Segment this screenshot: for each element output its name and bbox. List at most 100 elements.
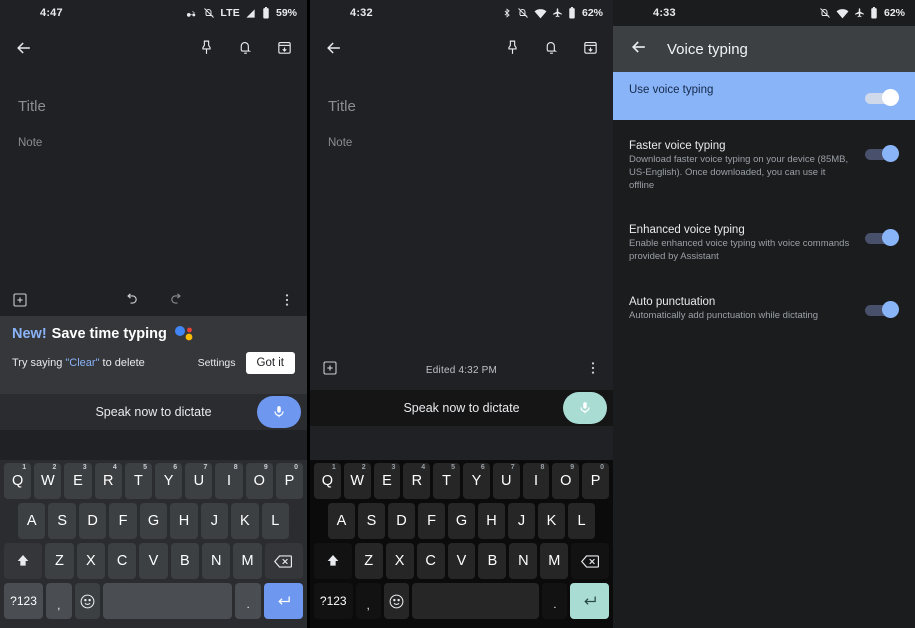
- shift-key[interactable]: [4, 543, 43, 579]
- space-key[interactable]: [103, 583, 233, 619]
- shift-key[interactable]: [314, 543, 352, 579]
- key-c[interactable]: C: [416, 543, 445, 579]
- toggle-use-voice-typing[interactable]: [865, 88, 899, 108]
- key-o[interactable]: 9O: [552, 463, 580, 499]
- key-b[interactable]: B: [170, 543, 200, 579]
- setting-row-auto-punctuation[interactable]: Auto punctuation Automatically add punct…: [613, 284, 915, 335]
- key-y[interactable]: 6Y: [463, 463, 490, 499]
- toggle-faster-voice-typing[interactable]: [865, 144, 899, 164]
- key-o[interactable]: 9O: [245, 463, 273, 499]
- note-editor-left[interactable]: Title Note: [0, 74, 307, 149]
- key-w[interactable]: 2W: [343, 463, 371, 499]
- reminder-bell-icon[interactable]: [237, 39, 254, 61]
- key-n[interactable]: N: [509, 543, 538, 579]
- add-box-icon[interactable]: [12, 292, 28, 313]
- key-m[interactable]: M: [540, 543, 569, 579]
- key-m[interactable]: M: [233, 543, 262, 579]
- key-u[interactable]: 7U: [185, 463, 213, 499]
- reminder-bell-icon[interactable]: [543, 39, 560, 61]
- key-d[interactable]: D: [388, 503, 415, 539]
- backspace-key[interactable]: [264, 543, 303, 579]
- setting-row-faster-voice-typing[interactable]: Faster voice typing Download faster voic…: [613, 128, 915, 204]
- key-e[interactable]: 3E: [373, 463, 401, 499]
- pin-icon[interactable]: [504, 39, 521, 61]
- key-j[interactable]: J: [200, 503, 229, 539]
- key-u[interactable]: 7U: [492, 463, 520, 499]
- undo-icon[interactable]: [122, 291, 139, 313]
- back-arrow-icon[interactable]: [14, 38, 34, 63]
- promo-settings-button[interactable]: Settings: [198, 357, 236, 369]
- note-editor-mid[interactable]: Title Note: [310, 74, 613, 149]
- key-s[interactable]: S: [358, 503, 385, 539]
- period-key[interactable]: .: [235, 583, 261, 619]
- pin-icon[interactable]: [198, 39, 215, 61]
- key-w[interactable]: 2W: [34, 463, 62, 499]
- toggle-auto-punctuation[interactable]: [865, 300, 899, 320]
- archive-icon[interactable]: [276, 39, 293, 61]
- key-n[interactable]: N: [202, 543, 231, 579]
- key-b[interactable]: B: [478, 543, 507, 579]
- key-a[interactable]: A: [18, 503, 46, 539]
- archive-icon[interactable]: [582, 39, 599, 61]
- note-title-input[interactable]: Title: [18, 98, 289, 115]
- symbols-key[interactable]: ?123: [4, 583, 44, 619]
- enter-key[interactable]: [263, 583, 303, 619]
- emoji-key[interactable]: [74, 583, 101, 619]
- key-p[interactable]: 0P: [275, 463, 304, 499]
- setting-row-use-voice-typing[interactable]: Use voice typing: [613, 72, 915, 120]
- setting-row-enhanced-voice-typing[interactable]: Enhanced voice typing Enable enhanced vo…: [613, 212, 915, 276]
- key-h[interactable]: H: [478, 503, 505, 539]
- key-z[interactable]: Z: [45, 543, 74, 579]
- key-f[interactable]: F: [109, 503, 137, 539]
- key-g[interactable]: G: [139, 503, 168, 539]
- promo-got-it-button[interactable]: Got it: [245, 352, 295, 374]
- key-g[interactable]: G: [448, 503, 475, 539]
- note-body-input[interactable]: Note: [18, 137, 289, 149]
- key-h[interactable]: H: [170, 503, 198, 539]
- back-arrow-icon[interactable]: [629, 37, 649, 62]
- key-f[interactable]: F: [418, 503, 445, 539]
- key-t[interactable]: 5T: [124, 463, 152, 499]
- key-v[interactable]: V: [139, 543, 168, 579]
- backspace-key[interactable]: [571, 543, 609, 579]
- toggle-enhanced-voice-typing[interactable]: [865, 228, 899, 248]
- key-k[interactable]: K: [538, 503, 565, 539]
- symbols-key[interactable]: ?123: [314, 583, 353, 619]
- space-key[interactable]: [411, 583, 540, 619]
- key-q[interactable]: 1Q: [3, 463, 32, 499]
- key-r[interactable]: 4R: [403, 463, 431, 499]
- key-i[interactable]: 8I: [215, 463, 243, 499]
- key-k[interactable]: K: [231, 503, 259, 539]
- add-box-icon[interactable]: [322, 360, 338, 381]
- key-i[interactable]: 8I: [522, 463, 550, 499]
- key-v[interactable]: V: [447, 543, 476, 579]
- emoji-key[interactable]: [383, 583, 409, 619]
- key-a[interactable]: A: [328, 503, 355, 539]
- key-l[interactable]: L: [261, 503, 289, 539]
- comma-key[interactable]: ,: [355, 583, 381, 619]
- microphone-button[interactable]: [563, 392, 607, 424]
- key-j[interactable]: J: [508, 503, 535, 539]
- comma-key[interactable]: ,: [46, 583, 72, 619]
- more-vert-icon[interactable]: [279, 292, 295, 313]
- key-x[interactable]: X: [76, 543, 105, 579]
- key-x[interactable]: X: [385, 543, 414, 579]
- key-l[interactable]: L: [568, 503, 595, 539]
- more-vert-icon[interactable]: [585, 360, 601, 381]
- key-t[interactable]: 5T: [433, 463, 460, 499]
- key-q[interactable]: 1Q: [314, 463, 341, 499]
- back-arrow-icon[interactable]: [324, 38, 344, 63]
- key-s[interactable]: S: [48, 503, 76, 539]
- key-d[interactable]: D: [78, 503, 107, 539]
- key-y[interactable]: 6Y: [155, 463, 183, 499]
- note-title-input[interactable]: Title: [328, 98, 595, 115]
- note-body-input[interactable]: Note: [328, 137, 595, 149]
- key-c[interactable]: C: [107, 543, 137, 579]
- key-r[interactable]: 4R: [94, 463, 122, 499]
- microphone-button[interactable]: [257, 396, 301, 428]
- key-p[interactable]: 0P: [582, 463, 609, 499]
- redo-icon[interactable]: [169, 291, 186, 313]
- period-key[interactable]: .: [542, 583, 568, 619]
- key-e[interactable]: 3E: [64, 463, 92, 499]
- key-z[interactable]: Z: [354, 543, 383, 579]
